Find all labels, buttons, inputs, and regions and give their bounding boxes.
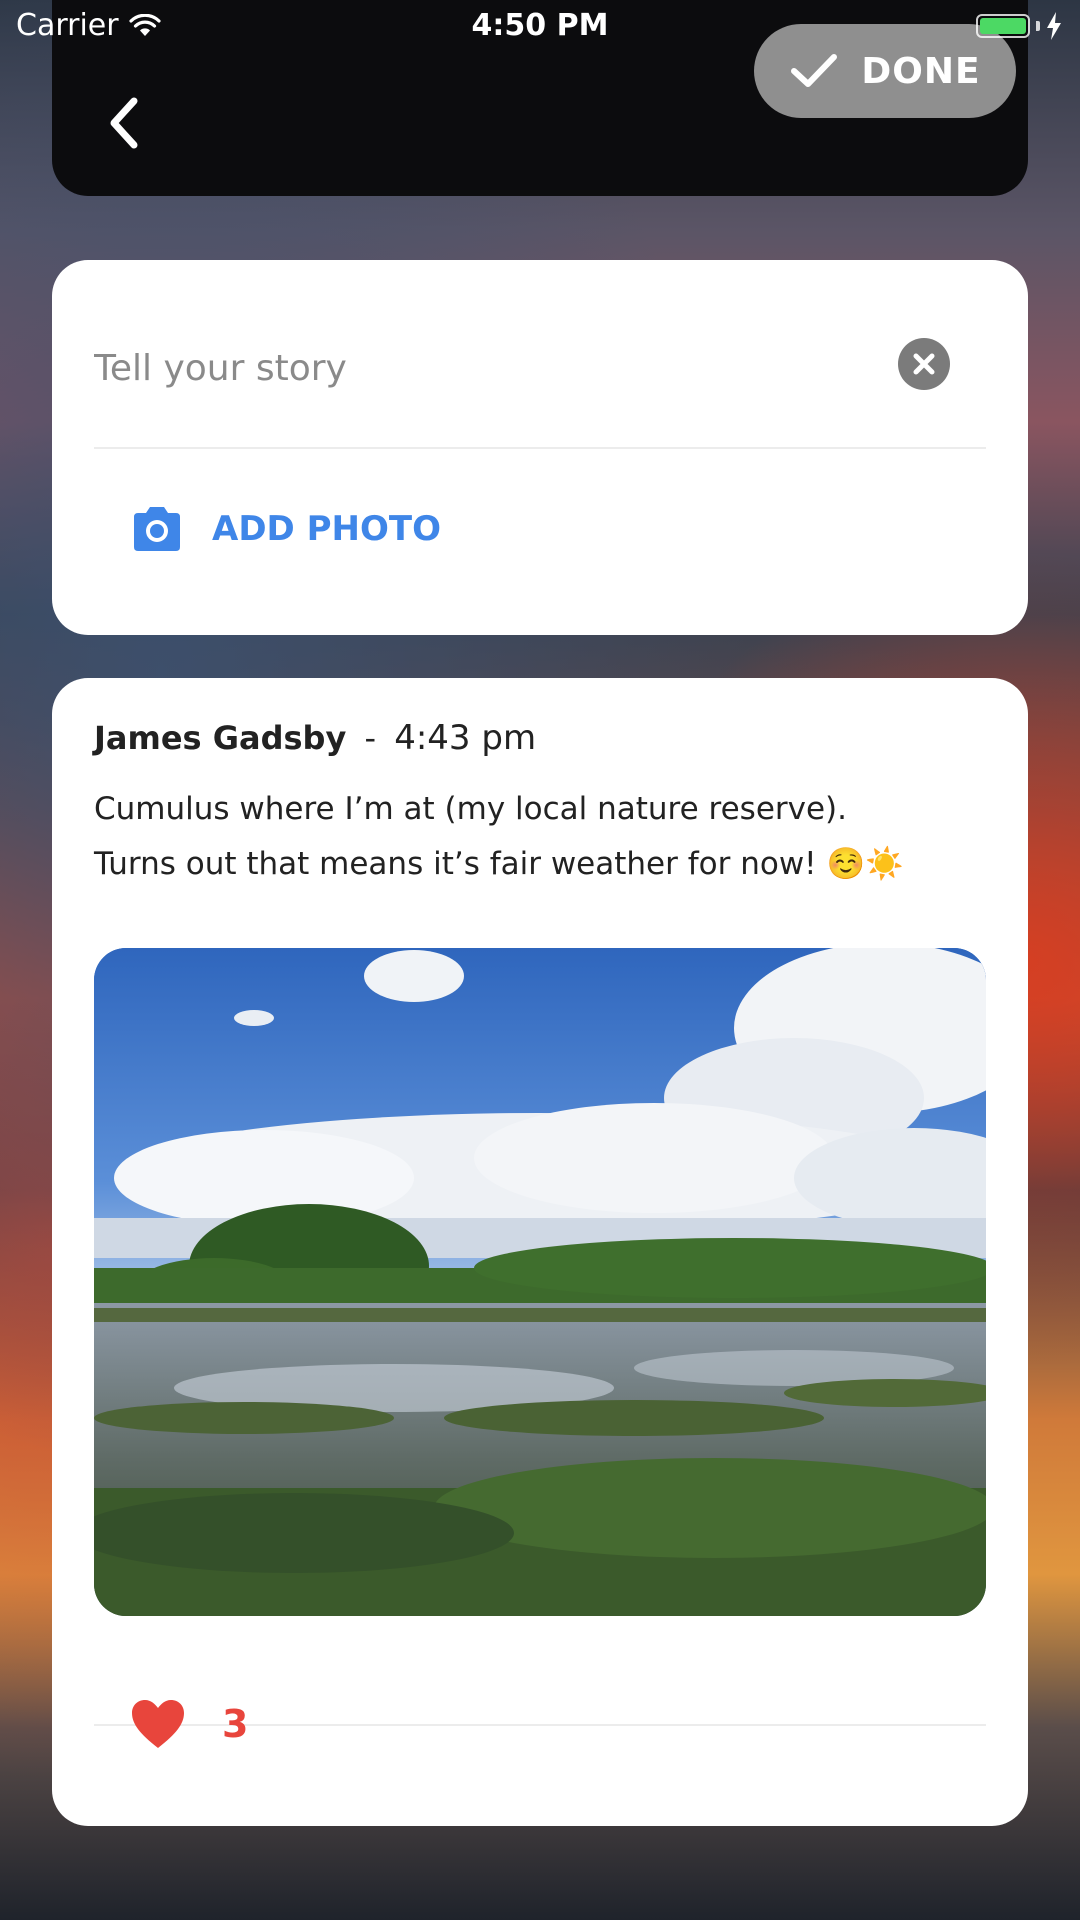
clear-button[interactable] — [898, 338, 950, 390]
add-photo-label: ADD PHOTO — [212, 509, 441, 549]
story-composer-card: ADD PHOTO — [52, 260, 1028, 635]
post-photo[interactable] — [94, 948, 986, 1616]
camera-icon — [134, 507, 180, 551]
post-text: Cumulus where I’m at (my local nature re… — [94, 782, 994, 892]
post-author: James Gadsby — [94, 719, 347, 757]
like-control: 3 — [130, 1698, 248, 1750]
battery-icon — [976, 14, 1030, 38]
post-text-line: Cumulus where I’m at (my local nature re… — [94, 791, 848, 827]
post-header: James Gadsby - 4:43 pm — [94, 718, 536, 758]
add-photo-button[interactable]: ADD PHOTO — [130, 505, 441, 553]
status-time: 4:50 PM — [471, 8, 609, 43]
post-separator: - — [364, 719, 377, 757]
heart-icon[interactable] — [130, 1698, 186, 1750]
status-bar: Carrier 4:50 PM — [0, 0, 1080, 54]
story-input[interactable] — [94, 338, 874, 398]
post-time: 4:43 pm — [394, 718, 537, 758]
composer-divider — [94, 447, 986, 449]
battery-indicator — [976, 12, 1062, 40]
story-post-card: James Gadsby - 4:43 pm Cumulus where I’m… — [52, 678, 1028, 1826]
chevron-left-icon — [110, 97, 138, 149]
charging-bolt-icon — [1047, 12, 1061, 40]
done-label: DONE — [861, 50, 981, 92]
post-text-line: Turns out that means it’s fair weather f… — [94, 846, 904, 882]
close-circle-icon — [913, 353, 935, 375]
back-button[interactable] — [104, 95, 144, 155]
landscape-photo — [94, 948, 986, 1616]
checkmark-icon — [791, 54, 838, 87]
like-count: 3 — [222, 1702, 249, 1746]
